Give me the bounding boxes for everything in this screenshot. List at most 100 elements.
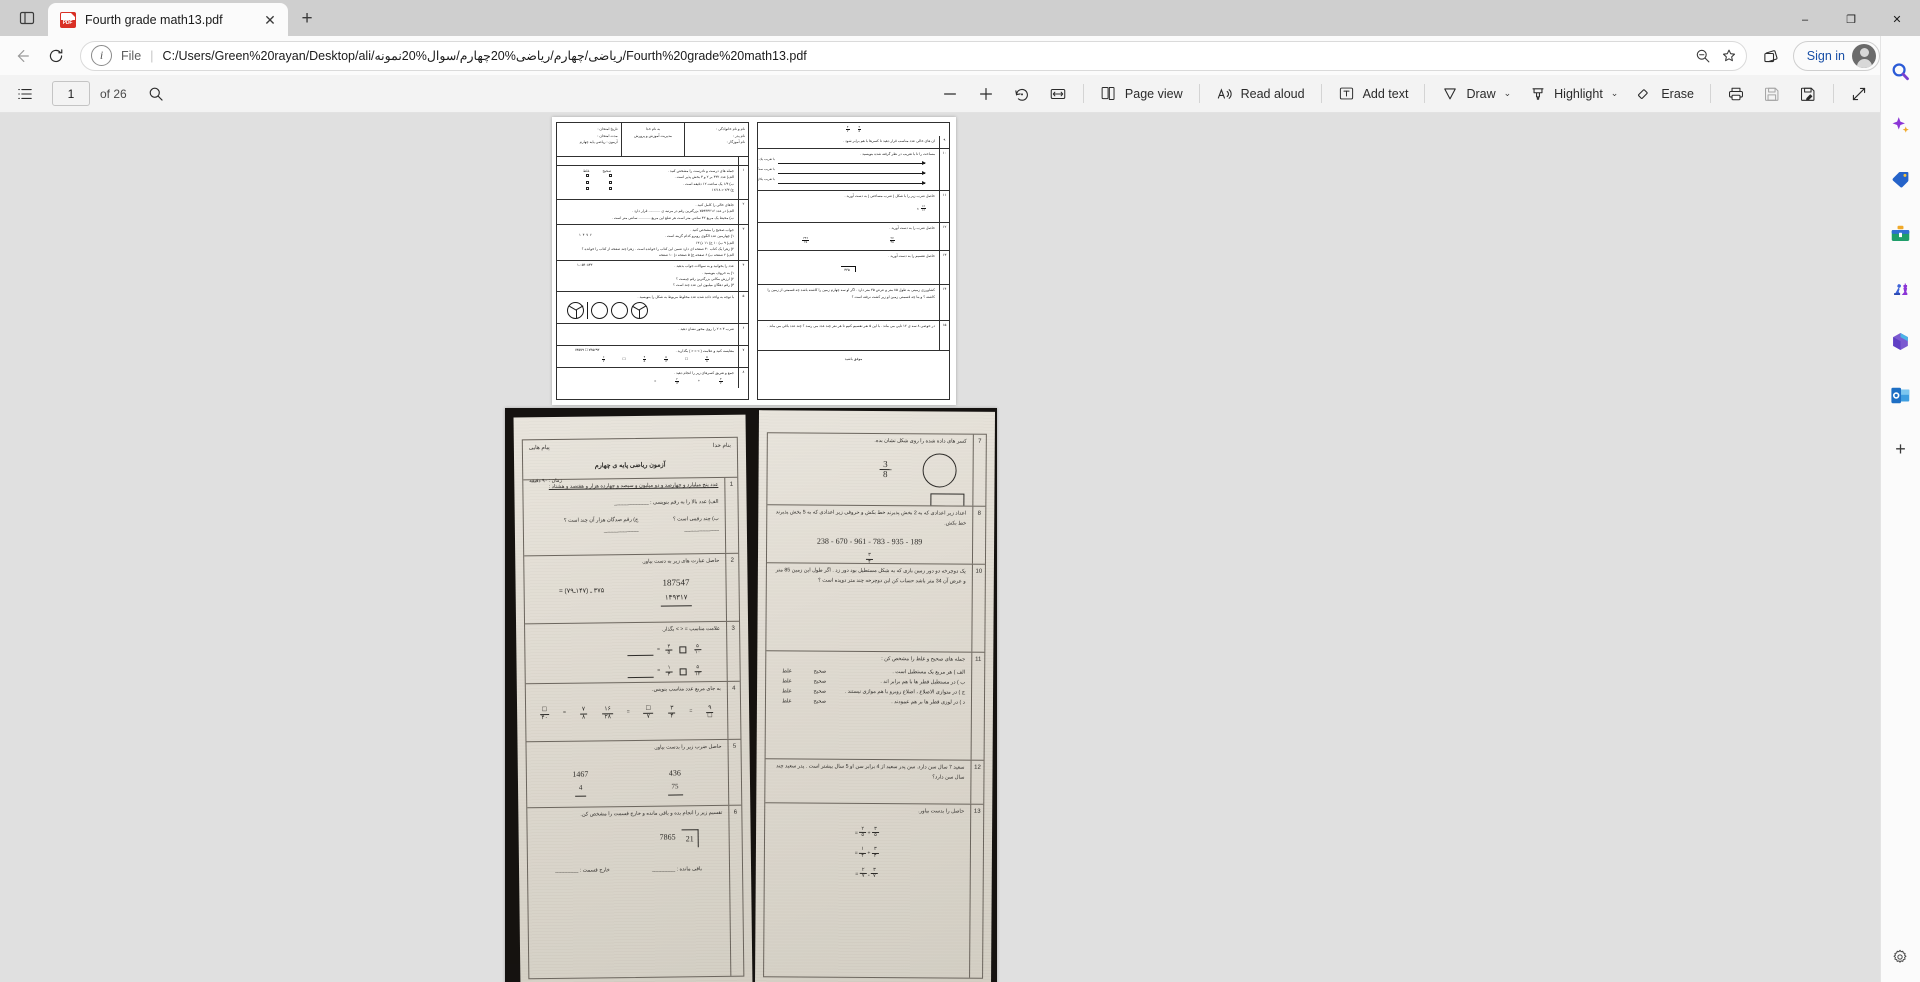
draw-label: Draw xyxy=(1466,86,1496,101)
add-icon-label: + xyxy=(1895,439,1906,459)
fraction-circles xyxy=(561,300,734,321)
question-text: عدد پنج میلیارد و چهارصد و دو میلیون و س… xyxy=(548,481,719,491)
question-text: علامت مناسب = < > بگذار. xyxy=(661,625,721,633)
new-tab-button[interactable]: + xyxy=(292,3,322,33)
pdf-viewport[interactable]: ۳ ۵ ۴ ۷ ۹ ان های خالی عدد مناسب قرار دهید … xyxy=(0,113,1920,982)
sidebar-footer xyxy=(1880,942,1920,972)
question-sub: ج) رقم صدگان هزار آن چند است ؟ _________… xyxy=(563,516,639,533)
question-number: ۶ xyxy=(738,323,748,345)
add-favorite-icon[interactable] xyxy=(1716,43,1742,69)
site-info-icon[interactable]: i xyxy=(91,45,112,66)
pdf-page-2[interactable]: 7 کسر های داده شده را روی شکل نشان بده. … xyxy=(505,408,997,982)
exam-header-org: به نام خدا مدیریت آموزش و پرورش xyxy=(620,123,685,156)
question-number: ۱۱ xyxy=(939,191,949,223)
sign-in-label: Sign in xyxy=(1806,48,1845,63)
copilot-icon[interactable] xyxy=(1886,110,1916,140)
reload-button[interactable] xyxy=(40,41,72,71)
add-text-button[interactable]: Add text xyxy=(1330,79,1417,109)
column-header: صحیح xyxy=(813,678,827,685)
question-text: جمله های صحیح و غلط را مشخص کن : xyxy=(881,656,966,663)
toc-button[interactable] xyxy=(8,79,42,109)
exam-header: نام و نام خانوادگی : نام پدر : نام آموزگ… xyxy=(557,123,748,157)
search-icon xyxy=(147,85,165,103)
browser-tab[interactable]: PDF Fourth grade math13.pdf ✕ xyxy=(48,3,288,36)
column-header: غلط xyxy=(782,678,792,685)
save-button[interactable] xyxy=(1755,79,1789,109)
minimize-button[interactable]: – xyxy=(1782,3,1828,36)
question-number: 5 xyxy=(727,739,742,805)
question-value: 189 - 935 - 783 - 961 - 670 - 238 xyxy=(816,536,923,547)
read-aloud-button[interactable]: Read aloud xyxy=(1208,79,1313,109)
question-text: حاصل تقسیم را به دست آورید . xyxy=(888,254,935,259)
highlight-button[interactable]: Highlight ⌄ xyxy=(1521,79,1626,109)
back-button[interactable] xyxy=(6,41,38,71)
question-number: ۱ xyxy=(738,166,748,199)
operand-bottom: ۱۴۹۳۱۷ xyxy=(660,591,692,607)
close-window-button[interactable]: ✕ xyxy=(1874,3,1920,36)
question-sub: خارج قسمت : ________ xyxy=(555,867,610,875)
expression: ۳۷۵ ـ (۱۴۷ـ۷۹) = xyxy=(558,587,605,595)
page-number-input[interactable]: 1 xyxy=(52,81,90,106)
microsoft-365-icon[interactable] xyxy=(1886,326,1916,356)
collections-icon[interactable] xyxy=(1755,41,1787,71)
chevron-down-icon[interactable]: ⌄ xyxy=(1611,88,1619,99)
tools-icon[interactable] xyxy=(1886,218,1916,248)
operand-top: 1467 xyxy=(572,769,589,779)
question-number: ۴ xyxy=(738,261,748,291)
zoom-in-button[interactable] xyxy=(969,79,1003,109)
question-sub: الف) ۲ صفحه ب) ۶ صفحه ج) ۵ صفحه د) ۱۰ صف… xyxy=(658,253,734,258)
shopping-tag-icon[interactable] xyxy=(1886,164,1916,194)
erase-button[interactable]: Erase xyxy=(1628,79,1702,109)
tab-actions-icon[interactable] xyxy=(8,3,46,33)
fit-to-width-button[interactable] xyxy=(1041,79,1075,109)
question-text: یک دوچرخه دو دور زمین بازی که به شکل مست… xyxy=(775,567,966,585)
question-text: حاصل ضرب زیر را با شکل ( ضرب مساحتی ) به… xyxy=(844,194,935,199)
question-text: مساحت را تا با تقریب در نظر گرفته شده بن… xyxy=(860,152,935,156)
page-count-label: of 26 xyxy=(100,86,127,101)
print-button[interactable] xyxy=(1719,79,1753,109)
question-number: ۱۰ xyxy=(939,149,949,191)
outlook-icon[interactable] xyxy=(1886,380,1916,410)
question-value: ۷۴۵۶۹۳ ☐ ۷۴۵۷۹ xyxy=(575,347,600,352)
url-text[interactable]: C:/Users/Green%20rayan/Desktop/ali/ریاضی… xyxy=(163,48,1690,63)
question-sub: ب) محیط یک مربع ۳۲ سانتی متر است هر ضلع … xyxy=(611,215,734,220)
circle-thirds xyxy=(567,301,584,319)
draw-button[interactable]: Draw ⌄ xyxy=(1433,79,1519,109)
page-view-button[interactable]: Page view xyxy=(1092,79,1191,109)
find-button[interactable] xyxy=(139,79,173,109)
expand-button[interactable] xyxy=(1842,79,1876,109)
pdf-page-1[interactable]: ۳ ۵ ۴ ۷ ۹ ان های خالی عدد مناسب قرار دهید … xyxy=(552,117,956,405)
question-text: حاصل ضرب زیر را بدست بیاور. xyxy=(653,743,722,751)
number-line-label: با تقریب یک دهم : ۴۲۷ xyxy=(758,157,775,162)
exam-header-student: نام و نام خانوادگی : نام پدر : نام آموزگ… xyxy=(684,123,748,156)
edge-sidebar: + xyxy=(1880,36,1920,982)
column-header: غلط xyxy=(781,697,792,704)
toolbar-divider xyxy=(1320,84,1322,103)
zoom-out-button[interactable] xyxy=(933,79,967,109)
search-icon[interactable] xyxy=(1886,56,1916,86)
rail-settings-icon[interactable] xyxy=(1885,942,1915,972)
url-bar[interactable]: i File | C:/Users/Green%20rayan/Desktop/… xyxy=(80,40,1747,71)
question-number: ۱۵ xyxy=(939,321,949,351)
zoom-out-icon[interactable] xyxy=(1690,43,1716,69)
close-tab-icon[interactable]: ✕ xyxy=(260,10,280,30)
question-number: 3 xyxy=(726,621,740,681)
save-as-button[interactable] xyxy=(1791,79,1825,109)
question-number: ۸ xyxy=(738,367,748,388)
question-text: ان های خالی عدد مناسب قرار دهید تا کسرها… xyxy=(843,139,935,143)
question-number: ۲ xyxy=(738,200,748,224)
toolbar-divider xyxy=(1424,84,1426,103)
sign-in-button[interactable]: Sign in xyxy=(1792,40,1880,71)
window-controls: – ❐ ✕ xyxy=(1782,3,1920,36)
chevron-down-icon[interactable]: ⌄ xyxy=(1504,88,1512,99)
question-sub: ب) چند رقمی است ؟ ____________ xyxy=(672,515,719,532)
pdf-file-icon: PDF xyxy=(59,11,76,28)
add-sidebar-icon[interactable]: + xyxy=(1886,434,1916,464)
rotate-button[interactable] xyxy=(1005,79,1039,109)
games-icon[interactable] xyxy=(1886,272,1916,302)
question-text: حاصل را بدست بیاور. xyxy=(918,808,965,815)
number-line: با تقریب یک دهم : ۴۲۷ xyxy=(758,157,926,167)
maximize-button[interactable]: ❐ xyxy=(1828,3,1874,36)
circle-whole xyxy=(610,301,628,319)
closing-note: موفق باشید xyxy=(844,357,863,362)
